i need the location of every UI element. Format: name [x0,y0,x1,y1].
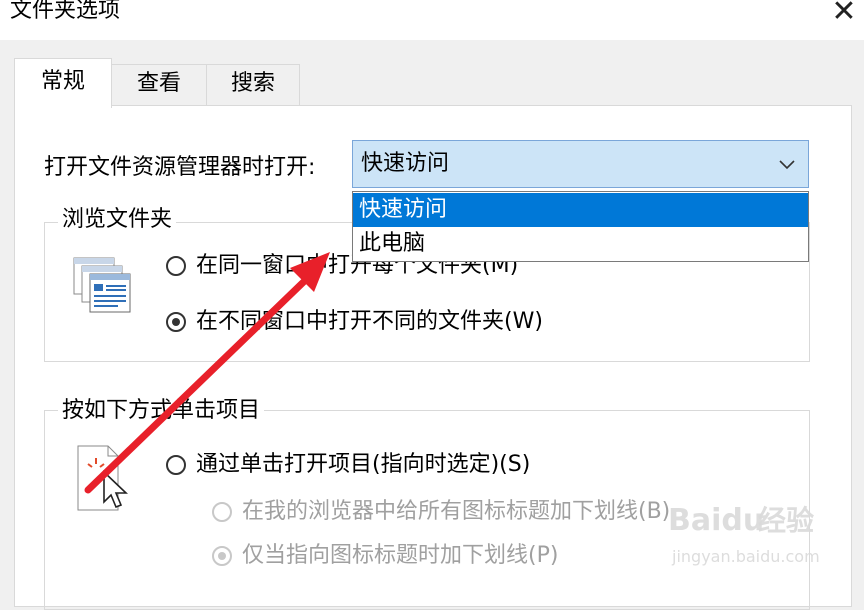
radio-single-click[interactable] [166,455,186,475]
chevron-down-icon [779,160,795,170]
dropdown-option-this-pc[interactable]: 此电脑 [353,227,808,261]
title-bar: 文件夹选项 ✕ [0,0,864,40]
click-items-legend: 按如下方式单击项目 [58,396,265,426]
radio-single-click-label: 通过单击打开项目(指向时选定)(S) [196,452,531,477]
cursor-file-icon [77,445,128,511]
open-explorer-label: 打开文件资源管理器时打开: [44,155,316,180]
watermark-brand-cn: 经验 [758,504,814,537]
tab-search[interactable]: 搜索 [206,64,300,106]
radio-same-window[interactable] [166,256,186,276]
radio-underline-all-label: 在我的浏览器中给所有图标标题加下划线(B) [242,499,671,524]
dropdown-option-quick-access[interactable]: 快速访问 [353,193,808,227]
close-icon[interactable]: ✕ [824,0,864,32]
combobox-value: 快速访问 [361,151,450,176]
window-title: 文件夹选项 [10,0,121,23]
open-explorer-dropdown-list: 快速访问 此电脑 [352,191,809,262]
radio-underline-all [212,502,232,522]
window-folders-icon [73,257,131,313]
open-explorer-combobox[interactable]: 快速访问 [352,140,809,188]
tab-view[interactable]: 查看 [111,64,207,106]
radio-different-window[interactable] [166,312,186,332]
radio-underline-on-point [212,546,232,566]
watermark-url: jingyan.baidu.com [671,547,820,566]
radio-different-window-label: 在不同窗口中打开不同的文件夹(W) [196,309,543,334]
tab-general[interactable]: 常规 [14,58,112,108]
radio-underline-on-point-label: 仅当指向图标标题时加下划线(P) [242,543,559,568]
watermark-brand: Baidu [668,503,764,538]
baidu-jingyan-watermark: Baidu 经验 jingyan.baidu.com [668,503,820,566]
browse-folders-legend: 浏览文件夹 [58,205,177,235]
